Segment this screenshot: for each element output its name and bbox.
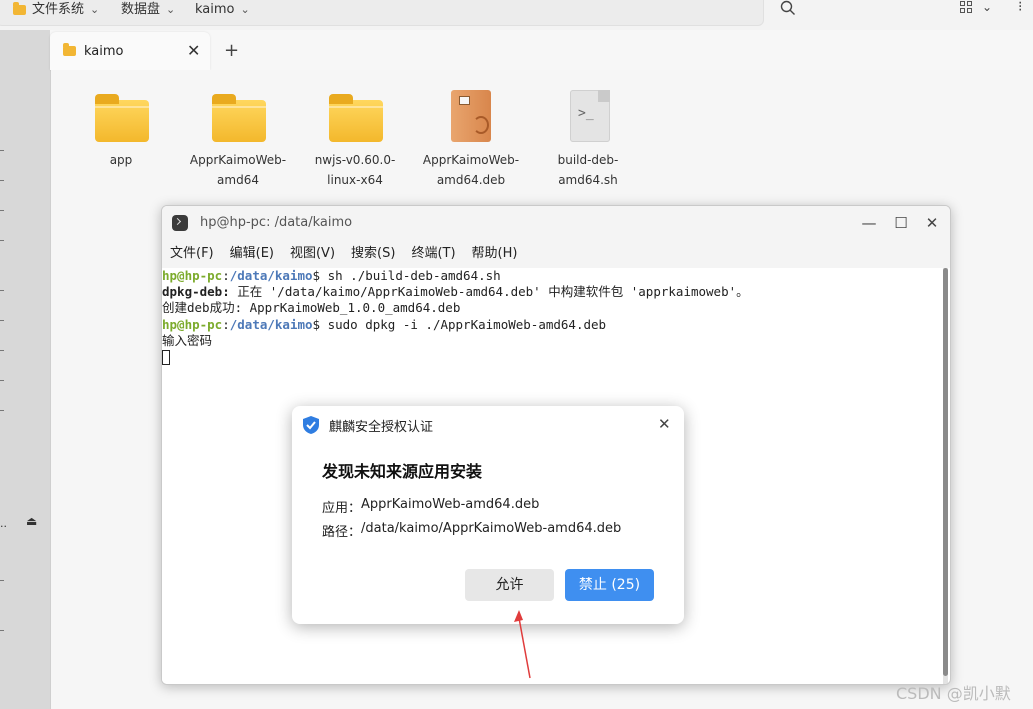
view-mode-button[interactable]: ⌄ bbox=[960, 0, 992, 14]
dialog-title: 发现未知来源应用安装 bbox=[322, 462, 483, 481]
menubar: 文件(F) 编辑(E) 视图(V) 搜索(S) 终端(T) 帮助(H) bbox=[162, 240, 950, 268]
scrollbar-thumb[interactable] bbox=[943, 268, 948, 676]
folder-icon bbox=[13, 2, 26, 15]
file-name: app bbox=[109, 153, 133, 167]
chevron-down-icon[interactable]: ⌄ bbox=[90, 1, 99, 19]
new-tab-button[interactable]: + bbox=[224, 40, 239, 61]
more-icon[interactable]: ·· bbox=[0, 520, 7, 533]
file-item-folder[interactable]: ApprKaimoWeb- amd64 bbox=[188, 90, 288, 190]
tab-bar: kaimo ✕ + bbox=[50, 30, 1033, 70]
deny-button[interactable]: 禁止 (25) bbox=[565, 569, 654, 601]
sidebar-divider bbox=[0, 380, 4, 381]
search-icon[interactable] bbox=[780, 0, 796, 16]
more-icon[interactable]: ⁝ bbox=[1018, 0, 1022, 15]
terminal-titlebar[interactable]: hp@hp-pc: /data/kaimo — ☐ ✕ bbox=[162, 206, 950, 240]
menu-terminal[interactable]: 终端(T) bbox=[411, 240, 455, 268]
grid-view-icon bbox=[960, 1, 972, 13]
folder-icon bbox=[63, 43, 76, 56]
terminal-line: 创建deb成功: ApprKaimoWeb_1.0.0_amd64.deb bbox=[162, 300, 461, 316]
path-value: /data/kaimo/ApprKaimoWeb-amd64.deb bbox=[361, 521, 622, 536]
sidebar-divider bbox=[0, 150, 4, 151]
terminal-icon bbox=[172, 215, 188, 231]
sidebar-divider bbox=[0, 210, 4, 211]
annotation-arrow-icon bbox=[514, 610, 531, 679]
folder-icon bbox=[93, 90, 149, 144]
file-item-script[interactable]: >_ build-deb- amd64.sh bbox=[538, 90, 638, 190]
shell-script-icon: >_ bbox=[560, 90, 616, 144]
file-name: nwjs-v0.60.0- linux-x64 bbox=[314, 153, 396, 187]
minimize-button[interactable]: — bbox=[859, 213, 879, 233]
breadcrumb-filesystem[interactable]: 文件系统 ⌄ bbox=[13, 1, 99, 19]
text-cursor bbox=[162, 350, 170, 366]
menu-edit[interactable]: 编辑(E) bbox=[230, 240, 274, 268]
tab-label: kaimo bbox=[84, 43, 124, 59]
terminal-line: hp@hp-pc:/data/kaimo$ sudo dpkg -i ./App… bbox=[162, 316, 607, 332]
file-item-folder[interactable]: nwjs-v0.60.0- linux-x64 bbox=[305, 90, 405, 190]
tab-kaimo[interactable]: kaimo ✕ bbox=[50, 32, 210, 70]
terminal-line: dpkg-deb: 正在 '/data/kaimo/ApprKaimoWeb-a… bbox=[162, 284, 749, 300]
shield-icon bbox=[303, 416, 319, 434]
close-button[interactable]: ✕ bbox=[922, 213, 942, 233]
breadcrumb: 文件系统 ⌄ 数据盘 ⌄ kaimo ⌄ bbox=[0, 0, 764, 26]
terminal-line: hp@hp-pc:/data/kaimo$ sh ./build-deb-amd… bbox=[162, 268, 501, 283]
folder-icon bbox=[327, 90, 383, 144]
menu-search[interactable]: 搜索(S) bbox=[351, 240, 395, 268]
file-name: ApprKaimoWeb- amd64.deb bbox=[422, 153, 520, 187]
sidebar-divider bbox=[0, 240, 4, 241]
sidebar-divider bbox=[0, 410, 4, 411]
file-name: build-deb- amd64.sh bbox=[557, 153, 619, 187]
deb-package-icon bbox=[443, 90, 499, 144]
breadcrumb-label: kaimo bbox=[195, 2, 235, 17]
breadcrumb-label: 文件系统 bbox=[32, 2, 85, 17]
breadcrumb-kaimo[interactable]: kaimo ⌄ bbox=[195, 1, 250, 19]
sidebar-divider bbox=[0, 180, 4, 181]
menu-help[interactable]: 帮助(H) bbox=[472, 240, 518, 268]
app-row: 应用： ApprKaimoWeb-amd64.deb bbox=[322, 497, 539, 516]
chevron-down-icon[interactable]: ⌄ bbox=[166, 1, 175, 19]
chevron-down-icon[interactable]: ⌄ bbox=[241, 1, 250, 19]
menu-view[interactable]: 视图(V) bbox=[290, 240, 335, 268]
path-label: 路径： bbox=[322, 525, 362, 540]
app-label: 应用： bbox=[322, 501, 362, 516]
maximize-button[interactable]: ☐ bbox=[891, 213, 911, 233]
app-value: ApprKaimoWeb-amd64.deb bbox=[361, 497, 540, 512]
folder-icon bbox=[210, 90, 266, 144]
chevron-down-icon: ⌄ bbox=[982, 0, 993, 14]
file-item-deb[interactable]: ApprKaimoWeb- amd64.deb bbox=[421, 90, 521, 190]
auth-dialog: 麒麟安全授权认证 ✕ 发现未知来源应用安装 应用： ApprKaimoWeb-a… bbox=[292, 406, 684, 624]
file-name: ApprKaimoWeb- amd64 bbox=[189, 153, 287, 187]
terminal-line: 输入密码 bbox=[162, 332, 213, 348]
sidebar-divider bbox=[0, 290, 4, 291]
sidebar-divider bbox=[0, 350, 4, 351]
breadcrumb-label: 数据盘 bbox=[121, 2, 161, 17]
sidebar-divider bbox=[0, 320, 4, 321]
menu-file[interactable]: 文件(F) bbox=[170, 240, 214, 268]
watermark: CSDN @凯小默 bbox=[896, 684, 1011, 703]
allow-button[interactable]: 允许 bbox=[465, 569, 554, 601]
file-item-app[interactable]: app bbox=[71, 90, 171, 170]
eject-icon[interactable]: ⏏ bbox=[26, 514, 37, 528]
breadcrumb-datadisk[interactable]: 数据盘 ⌄ bbox=[121, 1, 175, 19]
close-icon[interactable]: ✕ bbox=[658, 415, 671, 433]
dialog-header: 麒麟安全授权认证 bbox=[329, 420, 434, 435]
scrollbar[interactable] bbox=[943, 268, 948, 684]
sidebar: ·· ⏏ bbox=[0, 30, 51, 709]
path-row: 路径： /data/kaimo/ApprKaimoWeb-amd64.deb bbox=[322, 521, 621, 540]
path-bar: 文件系统 ⌄ 数据盘 ⌄ kaimo ⌄ ⌄ ⁝ bbox=[0, 0, 1033, 30]
terminal-cursor-line bbox=[162, 349, 940, 366]
close-icon[interactable]: ✕ bbox=[187, 41, 200, 60]
window-title: hp@hp-pc: /data/kaimo bbox=[200, 215, 353, 230]
sidebar-divider bbox=[0, 630, 4, 631]
sidebar-divider bbox=[0, 580, 4, 581]
